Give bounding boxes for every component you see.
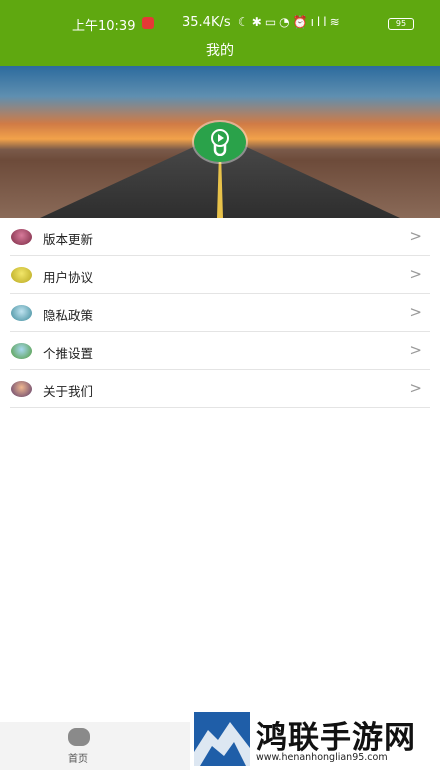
version-update-icon [11, 229, 32, 245]
status-time: 上午10:39 [72, 19, 136, 34]
watermark-url: www.henanhonglian95.com [256, 752, 388, 763]
system-status-icons: ☾✱▭◔⏰ıll≋ [238, 15, 343, 29]
menu-item-privacy-policy[interactable]: 隐私政策 > [10, 294, 430, 332]
chevron-right-icon: > [409, 265, 422, 283]
site-watermark: 鸿联手游网 www.henanhonglian95.com [194, 712, 440, 770]
notification-icon [142, 17, 154, 29]
push-settings-icon [11, 343, 32, 359]
user-agreement-icon [11, 267, 32, 283]
chevron-right-icon: > [409, 341, 422, 359]
network-speed: 35.4K/s [182, 15, 231, 30]
menu-item-label: 隐私政策 [43, 308, 94, 323]
menu-item-label: 版本更新 [43, 232, 94, 247]
menu-item-user-agreement[interactable]: 用户协议 > [10, 256, 430, 294]
menu-item-label: 用户协议 [43, 270, 94, 285]
app-logo-icon [194, 122, 246, 162]
nav-home-label: 首页 [68, 754, 88, 765]
watermark-logo-icon [194, 712, 250, 766]
menu-item-version-update[interactable]: 版本更新 > [10, 218, 430, 256]
menu-item-about-us[interactable]: 关于我们 > [10, 370, 430, 408]
watermark-title: 鸿联手游网 [256, 720, 416, 756]
nav-home-tab[interactable]: 首页 [54, 728, 102, 766]
profile-banner [0, 66, 440, 218]
chevron-right-icon: > [409, 379, 422, 397]
bottom-nav: 首页 [0, 722, 190, 770]
status-bar: 上午10:39 35.4K/s ☾✱▭◔⏰ıll≋ 95 [0, 14, 440, 34]
menu-item-label: 个推设置 [43, 346, 94, 361]
battery-icon: 95 [388, 18, 414, 30]
chevron-right-icon: > [409, 303, 422, 321]
home-icon [68, 728, 90, 746]
about-us-icon [11, 381, 32, 397]
page-title: 我的 [206, 43, 234, 59]
chevron-right-icon: > [409, 227, 422, 245]
menu-item-push-settings[interactable]: 个推设置 > [10, 332, 430, 370]
menu-item-label: 关于我们 [43, 384, 94, 399]
settings-menu: 版本更新 > 用户协议 > 隐私政策 > 个推设置 > 关于我们 > [10, 218, 430, 408]
top-bar: 上午10:39 35.4K/s ☾✱▭◔⏰ıll≋ 95 我的 [0, 0, 440, 66]
privacy-policy-icon [11, 305, 32, 321]
